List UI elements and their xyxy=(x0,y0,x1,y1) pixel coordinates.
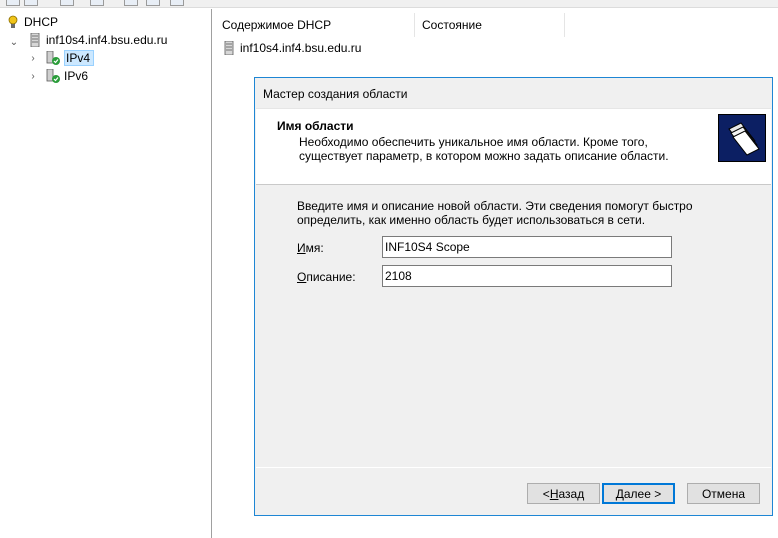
new-scope-wizard-dialog: Мастер создания области Имя области Необ… xyxy=(254,77,773,516)
list-item[interactable]: inf10s4.inf4.bsu.edu.ru xyxy=(222,39,361,57)
help-icon[interactable] xyxy=(146,0,160,6)
next-button[interactable]: Далее > xyxy=(602,483,675,504)
divider xyxy=(256,467,771,468)
collapse-chevron-icon[interactable]: ⌄ xyxy=(9,38,19,48)
folder-stack-icon xyxy=(718,114,766,162)
up-icon[interactable] xyxy=(60,0,74,6)
page-title: Имя области xyxy=(277,119,354,133)
expand-chevron-icon[interactable]: › xyxy=(28,54,38,64)
toolbar xyxy=(0,0,778,8)
show-tree-icon[interactable] xyxy=(90,0,104,6)
server-icon xyxy=(28,32,42,48)
back-button[interactable]: < Назад xyxy=(527,483,600,504)
ipv4-icon xyxy=(46,50,60,65)
description-label: Описание: xyxy=(297,270,356,284)
scope-description-input[interactable] xyxy=(382,265,672,287)
list-item-name: inf10s4.inf4.bsu.edu.ru xyxy=(240,41,362,55)
dialog-title: Мастер создания области xyxy=(263,87,408,101)
server-icon xyxy=(222,40,236,56)
tree-item-dhcp[interactable]: DHCP xyxy=(6,13,58,31)
page-description: Необходимо обеспечить уникальное имя обл… xyxy=(299,135,669,163)
wizard-header: Имя области Необходимо обеспечить уникал… xyxy=(256,108,771,185)
tree-item-server[interactable]: inf10s4.inf4.bsu.edu.ru xyxy=(28,31,167,49)
tree-label-selected: IPv4 xyxy=(64,50,95,66)
expand-chevron-icon[interactable]: › xyxy=(28,72,38,82)
dhcp-icon xyxy=(6,15,20,29)
tree-label: inf10s4.inf4.bsu.edu.ru xyxy=(46,33,168,47)
properties-icon[interactable] xyxy=(124,0,138,6)
name-label: Имя: xyxy=(297,241,324,255)
scope-name-input[interactable] xyxy=(382,236,672,258)
console-tree[interactable]: DHCP ⌄ inf10s4.inf4.bsu.edu.ru › IPv4 › xyxy=(0,9,212,538)
export-icon[interactable] xyxy=(170,0,184,6)
ipv6-icon xyxy=(46,68,60,83)
forward-icon[interactable] xyxy=(24,0,38,6)
column-header-content[interactable]: Содержимое DHCP xyxy=(215,13,415,37)
instructions-text: Введите имя и описание новой области. Эт… xyxy=(297,199,693,227)
back-icon[interactable] xyxy=(6,0,20,6)
tree-label: DHCP xyxy=(24,15,59,29)
tree-item-ipv6[interactable]: IPv6 xyxy=(46,67,88,85)
column-header-status[interactable]: Состояние xyxy=(415,13,565,37)
tree-item-ipv4[interactable]: IPv4 xyxy=(46,49,95,67)
tree-label: IPv6 xyxy=(64,69,89,83)
cancel-button[interactable]: Отмена xyxy=(687,483,760,504)
